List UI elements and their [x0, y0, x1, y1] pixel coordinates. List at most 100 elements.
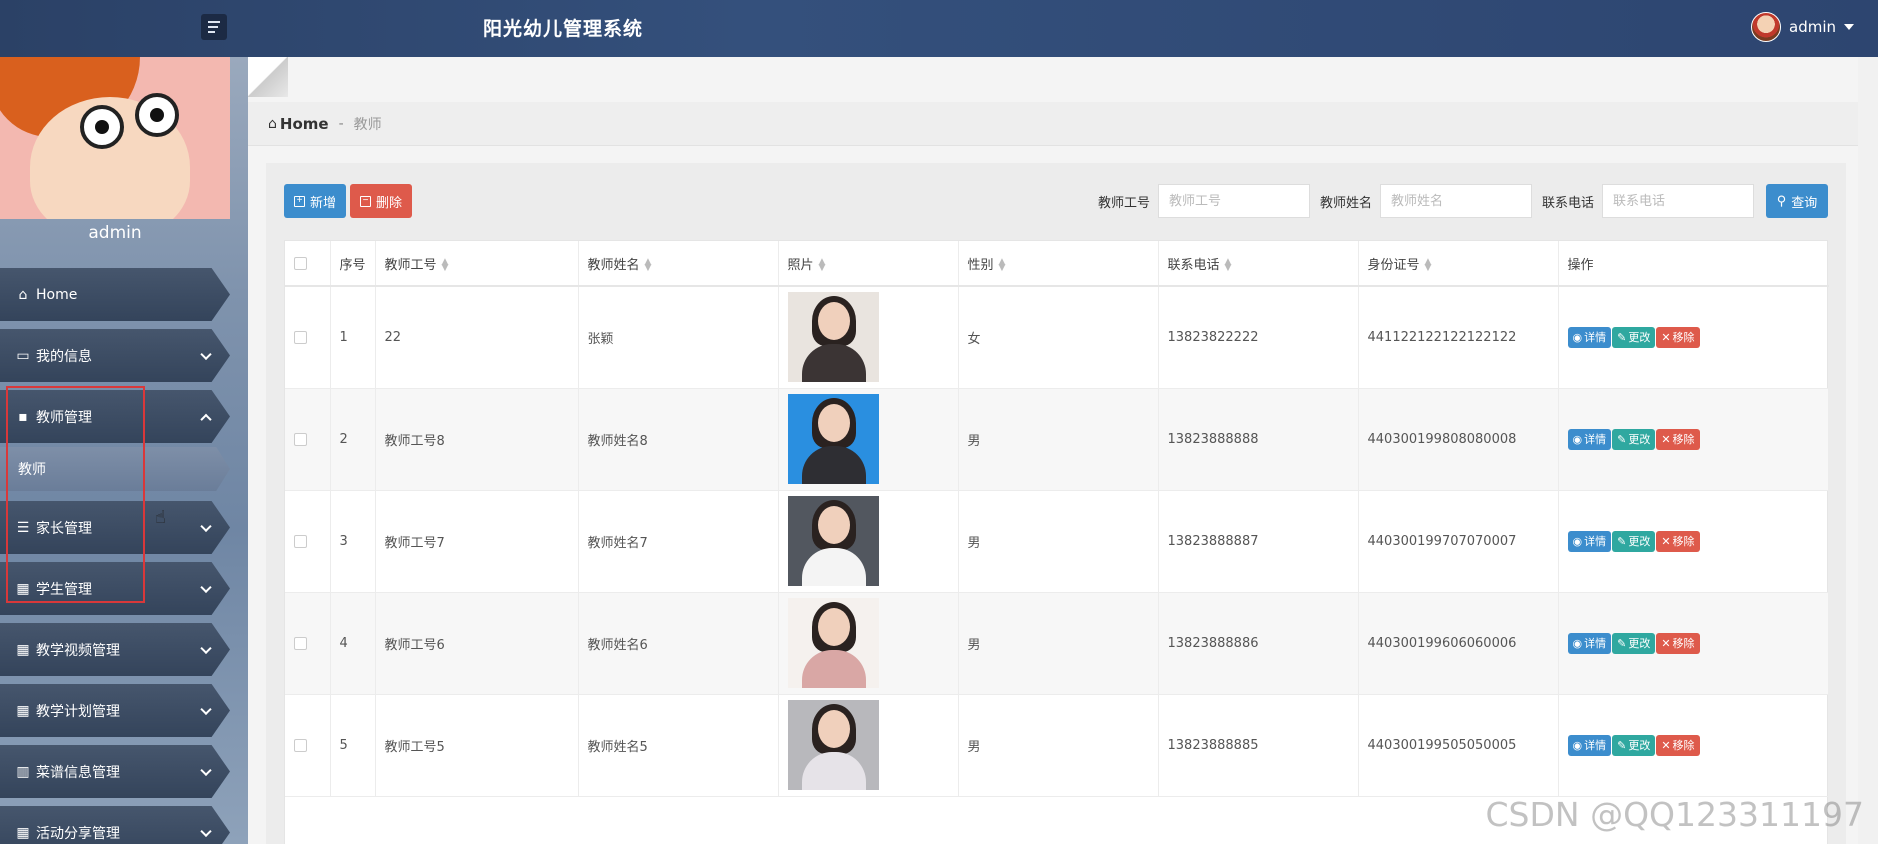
page-curl-decoration [248, 57, 288, 97]
table-row: 1 22 张颖 女 13823822222 441122122122122122 ◉ 详情 ✎ 更… [285, 286, 1829, 389]
filter-teacher-name: 教师姓名 [1320, 184, 1533, 218]
edit-icon: ✎ [1617, 534, 1627, 548]
teacher-name-input[interactable] [1380, 184, 1533, 218]
content-panel: + 新增 − 删除 教师工号 教师姓名 联系电话 ⚲ 查询 [266, 163, 1846, 844]
sidebar-item-label: 学生管理 [36, 581, 92, 598]
add-button[interactable]: + 新增 [284, 184, 346, 218]
teacher-photo [787, 700, 879, 790]
cell-phone: 13823888887 [1158, 490, 1359, 593]
sidebar-item-label: 菜谱信息管理 [36, 764, 120, 781]
apps-icon: ▦ [16, 641, 30, 658]
teacher-photo [787, 496, 879, 586]
column-header[interactable]: 教师工号 ▲ ▼ [375, 241, 579, 287]
edit-button[interactable]: ✎ 更改 [1612, 326, 1656, 348]
filter-teacher-no: 教师工号 [1098, 184, 1311, 218]
detail-button[interactable]: ◉ 详情 [1567, 326, 1612, 348]
column-header[interactable]: 联系电话 ▲ ▼ [1158, 241, 1359, 287]
detail-button[interactable]: ◉ 详情 [1567, 530, 1612, 552]
cell-teacher-name: 教师姓名6 [578, 592, 779, 695]
detail-button[interactable]: ◉ 详情 [1567, 632, 1612, 654]
sidebar-item-label: 教师管理 [36, 409, 92, 426]
column-header[interactable]: 教师姓名 ▲ ▼ [578, 241, 779, 287]
sidebar-item-teacher-management[interactable]: ▪ 教师管理 [0, 390, 230, 443]
cell-id-card: 440300199808080008 [1358, 388, 1559, 491]
edit-button[interactable]: ✎ 更改 [1612, 428, 1656, 450]
detail-button[interactable]: ◉ 详情 [1567, 734, 1612, 756]
row-checkbox[interactable] [294, 738, 307, 752]
breadcrumb-home[interactable]: Home [280, 115, 329, 133]
detail-button[interactable]: ◉ 详情 [1567, 428, 1612, 450]
teacher-no-input[interactable] [1158, 184, 1311, 218]
close-icon: ✕ [1661, 534, 1671, 548]
teacher-photo [787, 292, 879, 383]
sort-icon: ▲ ▼ [1424, 257, 1432, 273]
cell-teacher-no: 教师工号7 [375, 490, 579, 593]
sidebar-item-activity-management[interactable]: ▦ 活动分享管理 [0, 806, 230, 844]
sidebar-item-label: 活动分享管理 [36, 825, 120, 842]
chevron-down-icon [200, 642, 212, 654]
cell-teacher-name: 教师姓名7 [578, 490, 779, 593]
sidebar-item-label: 家长管理 [36, 520, 92, 537]
row-checkbox[interactable] [294, 636, 307, 650]
home-icon: ⌂ [18, 286, 28, 303]
book-icon: ▥ [16, 763, 30, 780]
list-icon: ☰ [16, 519, 30, 536]
column-header[interactable]: 照片 ▲ ▼ [778, 241, 959, 287]
caret-down-icon [1844, 24, 1854, 30]
eye-icon: ◉ [1572, 330, 1583, 344]
edit-button[interactable]: ✎ 更改 [1612, 530, 1656, 552]
sidebar-subitem-teacher[interactable]: 教师 [0, 447, 230, 491]
sidebar-item-student-management[interactable]: ▦ 学生管理 [0, 562, 230, 615]
sidebar-item-video-management[interactable]: ▦ 教学视频管理 [0, 623, 230, 676]
sidebar-subitem-label: 教师 [18, 462, 46, 478]
menu-toggle-icon[interactable] [201, 14, 227, 40]
select-all-checkbox[interactable] [294, 256, 307, 270]
sidebar-item-my-info[interactable]: ▭ 我的信息 [0, 329, 230, 382]
remove-button[interactable]: ✕ 移除 [1656, 326, 1700, 348]
row-checkbox[interactable] [294, 534, 307, 548]
user-menu[interactable]: admin [1751, 12, 1854, 42]
close-icon: ✕ [1661, 738, 1671, 752]
remove-button[interactable]: ✕ 移除 [1656, 428, 1700, 450]
phone-input[interactable] [1602, 184, 1755, 218]
row-checkbox[interactable] [294, 330, 307, 344]
eye-icon: ◉ [1572, 636, 1583, 650]
cell-id-card: 440300199505050005 [1358, 694, 1559, 797]
top-bar: 阳光幼儿管理系统 admin [0, 0, 1878, 57]
teacher-photo [787, 598, 879, 688]
column-header[interactable]: 性别 ▲ ▼ [958, 241, 1159, 287]
cell-teacher-name: 教师姓名8 [578, 388, 779, 491]
edit-button[interactable]: ✎ 更改 [1612, 734, 1656, 756]
edit-icon: ✎ [1617, 738, 1627, 752]
sidebar-item-plan-management[interactable]: ▦ 教学计划管理 [0, 684, 230, 737]
card-icon: ▭ [16, 347, 30, 364]
filter-phone: 联系电话 [1542, 184, 1755, 218]
cell-id-card: 440300199606060006 [1358, 592, 1559, 695]
sidebar-item-label: Home [36, 286, 78, 303]
toolbar: + 新增 − 删除 教师工号 教师姓名 联系电话 ⚲ 查询 [284, 184, 1828, 219]
main-content: ⌂ Home - 教师 + 新增 − 删除 教师工号 教师姓名 联系电话 [248, 57, 1858, 844]
sidebar-item-home[interactable]: ⌂ Home [0, 268, 230, 321]
cell-teacher-no: 22 [375, 286, 579, 389]
close-icon: ✕ [1661, 432, 1671, 446]
column-header[interactable]: 身份证号 ▲ ▼ [1358, 241, 1559, 287]
sidebar-item-menu-management[interactable]: ▥ 菜谱信息管理 [0, 745, 230, 798]
breadcrumb-separator: - [338, 115, 344, 132]
filter-label: 教师姓名 [1320, 195, 1373, 211]
chevron-down-icon [200, 520, 212, 532]
remove-button[interactable]: ✕ 移除 [1656, 530, 1700, 552]
row-checkbox[interactable] [294, 432, 307, 446]
remove-button[interactable]: ✕ 移除 [1656, 632, 1700, 654]
sort-icon: ▲ ▼ [644, 257, 652, 273]
sidebar-nav: ⌂ Home ▭ 我的信息 ▪ 教师管理 教师 ☰ 家长管理 ▦ 学生管理 ▦ [0, 268, 230, 844]
cell-gender: 男 [958, 592, 1159, 695]
remove-button[interactable]: ✕ 移除 [1656, 734, 1700, 756]
edit-button[interactable]: ✎ 更改 [1612, 632, 1656, 654]
search-button[interactable]: ⚲ 查询 [1766, 184, 1828, 218]
sidebar-item-parent-management[interactable]: ☰ 家长管理 [0, 501, 230, 554]
chevron-down-icon [200, 581, 212, 593]
sidebar-item-label: 我的信息 [36, 348, 92, 365]
cell-teacher-name: 张颖 [578, 286, 779, 389]
cell-id-card: 441122122122122122 [1358, 286, 1559, 389]
delete-button[interactable]: − 删除 [350, 184, 412, 218]
